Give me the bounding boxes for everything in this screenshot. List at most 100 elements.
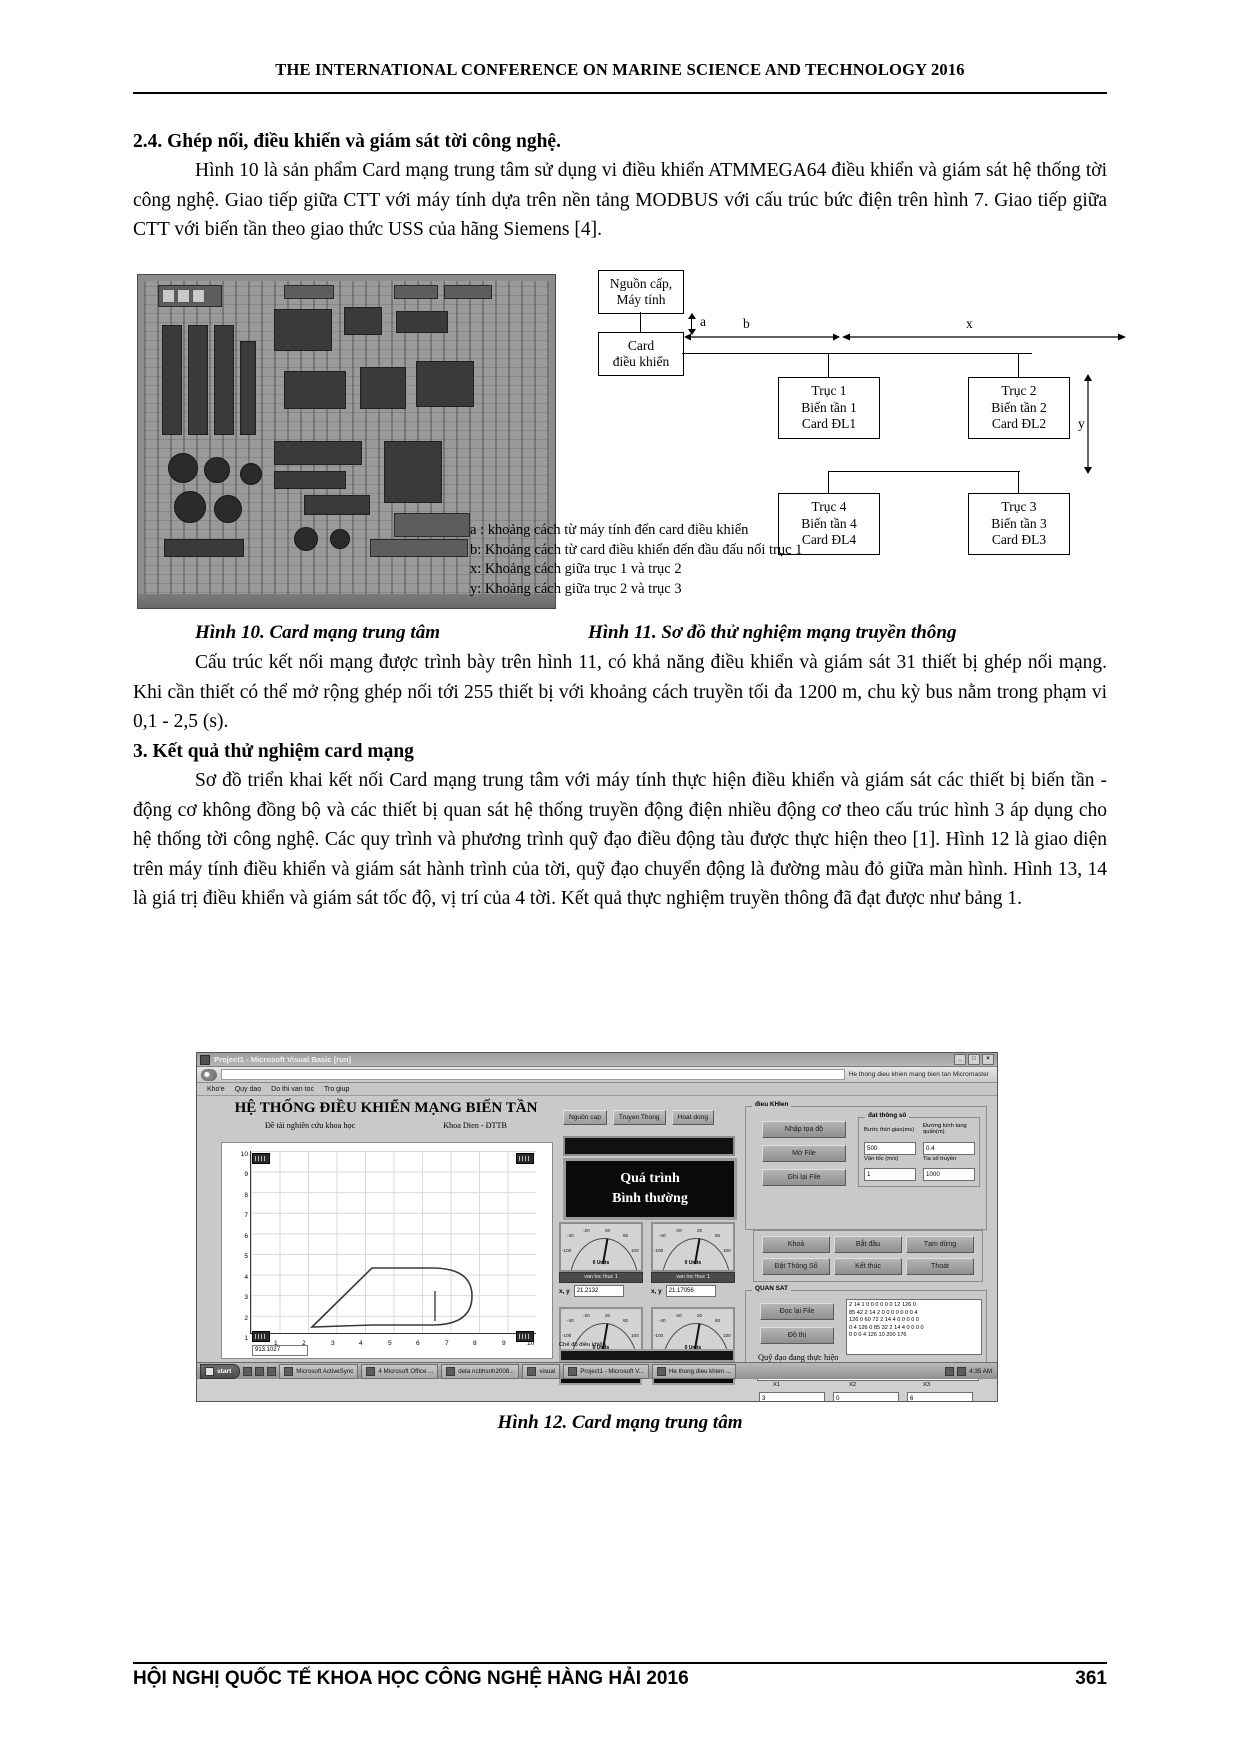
gauge-xy-row-2: x, y 21.17056 xyxy=(651,1285,735,1297)
tray-icon-2[interactable] xyxy=(957,1366,967,1376)
diagram-box-truc2: Trục 2 Biến tần 2 Card ĐL2 xyxy=(968,377,1070,439)
taskbar-item-1[interactable]: Microsoft ActiveSync xyxy=(279,1363,359,1379)
taskbar-item-6[interactable]: He thong dieu khien ... xyxy=(651,1363,736,1379)
field-x2[interactable]: 0 xyxy=(833,1392,899,1401)
field-x3[interactable]: 6 xyxy=(907,1392,973,1401)
button-dat-thong-so[interactable]: Đặt Thông Số xyxy=(762,1258,830,1275)
maximize-button[interactable]: □ xyxy=(968,1054,980,1065)
quicklaunch-icon-2[interactable] xyxy=(255,1366,265,1376)
paragraph-1: Hình 10 là sản phẩm Card mạng trung tâm … xyxy=(133,160,1107,240)
button-hoat-dong[interactable]: Hoat dong xyxy=(671,1110,715,1125)
windows-taskbar: start Microsoft ActiveSync 4 Microsoft O… xyxy=(197,1362,997,1379)
field-x1[interactable]: 3 xyxy=(759,1392,825,1401)
speed-gauge-2: -40 -20 20 60 -100 100 0 Units xyxy=(651,1222,735,1272)
taskbar-item-3[interactable]: deta ncbhsnh2008... xyxy=(441,1363,520,1379)
taskbar-clock[interactable]: 4:35 AM xyxy=(969,1368,992,1375)
button-ghi-lai-file[interactable]: Ghi lại File xyxy=(762,1169,846,1186)
control-frame: đieu KHIen Nhập tọa độ Mở File Ghi lại F… xyxy=(745,1101,987,1230)
section-heading-2-4: 2.4. Ghép nối, điều khiển và giám sát tờ… xyxy=(133,131,561,152)
trajectory-label: Quỹ đạo đang thực hiện xyxy=(758,1353,839,1362)
menu-item-dothivantoc[interactable]: Do thi van toc xyxy=(271,1086,314,1093)
taskbar-item-4[interactable]: visual xyxy=(522,1363,561,1379)
xy-value-1[interactable]: 21.2132 xyxy=(573,1285,624,1297)
anchor-marker-top-right xyxy=(516,1153,534,1164)
gauge-tick: 100 xyxy=(723,1248,731,1253)
paragraph-3: Sơ đồ triển khai kết nối Card mạng trung… xyxy=(133,770,1107,909)
diagram-label-y: y xyxy=(1078,416,1085,431)
caption-figure-10: Hình 10. Card mạng trung tâm xyxy=(195,622,440,643)
vb-app-icon xyxy=(200,1054,210,1065)
quicklaunch-icon-3[interactable] xyxy=(267,1366,277,1376)
button-thoat[interactable]: Thoát xyxy=(906,1258,974,1275)
box-line: Trục 1 xyxy=(811,383,847,399)
anchor-marker-top-left xyxy=(252,1153,270,1164)
taskbar-item-5[interactable]: Project1 - Microsoft V... xyxy=(563,1363,649,1379)
taskbar-item-2[interactable]: 4 Microsoft Office ... xyxy=(361,1363,439,1379)
gauge-cell: -40 -20 20 60 -100 100 0 Units van toc t… xyxy=(559,1222,643,1303)
gauge-units: 0 Units xyxy=(592,1260,610,1266)
trajectory-plot[interactable]: 10 9 8 7 6 5 4 3 2 1 1 2 3 4 5 6 7 8 9 1… xyxy=(221,1142,553,1359)
legend-line-b: b: Khoảng cách từ card điều khiển đến đầ… xyxy=(470,541,803,558)
state-display: Quá trình Bình thường xyxy=(563,1158,737,1220)
app-icon xyxy=(527,1366,537,1376)
menu-item-quydao[interactable]: Quy dao xyxy=(235,1086,261,1093)
minimize-button[interactable]: _ xyxy=(954,1054,966,1065)
field-van-toc[interactable]: 1 xyxy=(864,1168,916,1181)
button-nguon-cap[interactable]: Nguồn cap xyxy=(563,1110,607,1125)
close-button[interactable]: × xyxy=(982,1054,994,1065)
button-bat-dau[interactable]: Bắt đầu xyxy=(834,1236,902,1253)
box-line: Card ĐL2 xyxy=(991,416,1047,432)
action-button-frame: Khoá Bắt đầu Tạm dừng Đặt Thông Số Kết t… xyxy=(753,1230,983,1282)
button-tam-dung[interactable]: Tạm dừng xyxy=(906,1236,974,1253)
gauge-label-2: van toc thuc 1 xyxy=(651,1272,735,1283)
box-line: Biến tần 2 xyxy=(991,399,1047,415)
diagram-label-x: x xyxy=(966,316,973,331)
button-do-thi[interactable]: Đồ thị xyxy=(760,1327,834,1344)
field-buoc-thoi-gian[interactable]: 500 xyxy=(864,1142,916,1155)
gauge-tick: 20 xyxy=(697,1228,703,1233)
gauge-tick: -20 xyxy=(583,1313,590,1318)
connector-truc4 xyxy=(828,471,830,493)
tray-icon-1[interactable] xyxy=(945,1366,955,1376)
vb-form-body: HỆ THỐNG ĐIỀU KHIỂN MẠNG BIẾN TẦN Đề tài… xyxy=(197,1096,997,1401)
button-mo-file[interactable]: Mở File xyxy=(762,1145,846,1162)
mode-indicator-bar xyxy=(559,1349,735,1362)
vb-title-text: Project1 - Microsoft Visual Basic [run] xyxy=(214,1055,352,1064)
connector-truc3 xyxy=(1018,471,1020,493)
menu-item-trogiup[interactable]: Tro giup xyxy=(324,1086,349,1093)
footer-title: HỘI NGHỊ QUỐC TẾ KHOA HỌC CÔNG NGHỆ HÀNG… xyxy=(133,1668,689,1689)
button-truyen-thong[interactable]: Truyen Thong xyxy=(612,1110,666,1125)
menu-item-khoe[interactable]: Kho'e xyxy=(207,1086,225,1093)
button-khoa[interactable]: Khoá xyxy=(762,1236,830,1253)
data-line: 126 0 60 72 2 14 4 0 0 0 0 0 xyxy=(849,1317,919,1324)
gauge-tick: -100 xyxy=(562,1333,572,1338)
label-van-toc: Vận tốc (m/s) xyxy=(864,1156,899,1162)
field-ti-so-truyen[interactable]: 1000 xyxy=(923,1168,975,1181)
figure-12-screenshot: Project1 - Microsoft Visual Basic [run] … xyxy=(196,1052,998,1402)
start-button[interactable]: start xyxy=(200,1363,241,1379)
button-doc-lai-file[interactable]: Đọc lại File xyxy=(760,1303,834,1320)
gauge-tick: 60 xyxy=(715,1318,721,1323)
diagram-box-truc1: Trục 1 Biến tần 1 Card ĐL1 xyxy=(778,377,880,439)
taskbar-item-label: visual xyxy=(539,1367,556,1375)
label-duong-kinh: Đường kính tang quấn(m) xyxy=(923,1123,967,1135)
connector-truc1 xyxy=(828,353,830,377)
button-nhap-toa-do[interactable]: Nhập tọa độ xyxy=(762,1121,846,1138)
xy-value-2[interactable]: 21.17056 xyxy=(665,1285,716,1297)
gauge-tick: -40 xyxy=(659,1318,666,1323)
gauge-tick: 60 xyxy=(623,1318,629,1323)
diagram-legend: a : khoảng cách từ máy tính đến card điề… xyxy=(470,521,990,599)
box-line: Biến tần 3 xyxy=(991,515,1047,531)
address-bar[interactable] xyxy=(221,1069,845,1080)
document-page: THE INTERNATIONAL CONFERENCE ON MARINE S… xyxy=(0,0,1240,1754)
gauge-tick: -40 xyxy=(567,1318,574,1323)
section-heading-3: 3. Kết quả thử nghiệm card mạng xyxy=(133,741,414,762)
globe-icon xyxy=(201,1068,217,1081)
field-duong-kinh[interactable]: 0.4 xyxy=(923,1142,975,1155)
quicklaunch-icon-1[interactable] xyxy=(243,1366,253,1376)
legend-line-x: x: Khoảng cách giữa trục 1 và trục 2 xyxy=(470,561,682,577)
params-frame: đat thông số Bước thời gian(ms) Đường kí… xyxy=(858,1112,980,1187)
button-ket-thuc[interactable]: Kết thúc xyxy=(834,1258,902,1275)
mode-frame-title: Chế độ điều khiển xyxy=(559,1342,606,1348)
data-output-view[interactable]: 2 14 1 0 0 0 0 0 0 12 126 0 85 42 2 14 2… xyxy=(846,1299,982,1355)
